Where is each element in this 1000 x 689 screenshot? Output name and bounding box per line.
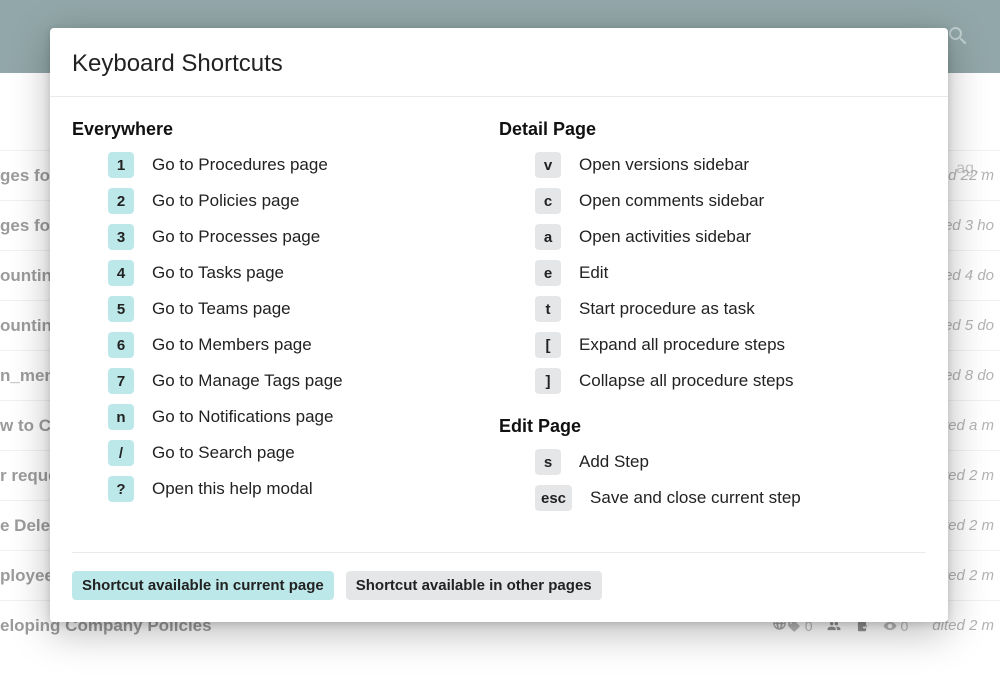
shortcut-description: Open activities sidebar	[579, 227, 751, 247]
shortcut-item: t Start procedure as task	[535, 294, 926, 324]
modal-legend: Shortcut available in current page Short…	[72, 552, 926, 622]
shortcut-description: Open this help modal	[152, 479, 313, 499]
shortcut-item: 2 Go to Policies page	[108, 186, 499, 216]
shortcut-list-detail: v Open versions sidebar c Open comments sid…	[499, 150, 926, 396]
shortcut-item: e Edit	[535, 258, 926, 288]
shortcut-key: esc	[535, 485, 572, 511]
shortcut-description: Expand all procedure steps	[579, 335, 785, 355]
shortcut-description: Go to Teams page	[152, 299, 291, 319]
shortcut-key: 4	[108, 260, 134, 286]
shortcut-key: n	[108, 404, 134, 430]
shortcut-key: c	[535, 188, 561, 214]
shortcut-key: t	[535, 296, 561, 322]
shortcut-item: c Open comments sidebar	[535, 186, 926, 216]
shortcut-key: v	[535, 152, 561, 178]
shortcut-key: [	[535, 332, 561, 358]
shortcut-list-everywhere: 1 Go to Procedures page 2 Go to Policies pa…	[72, 150, 499, 504]
shortcut-description: Collapse all procedure steps	[579, 371, 794, 391]
shortcut-key: ?	[108, 476, 134, 502]
shortcut-item: ] Collapse all procedure steps	[535, 366, 926, 396]
shortcut-list-edit: s Add Step esc Save and close current step	[499, 447, 926, 513]
shortcut-key: 5	[108, 296, 134, 322]
shortcut-item: 6 Go to Members page	[108, 330, 499, 360]
modal-body: Everywhere 1 Go to Procedures page 2 Go to …	[50, 97, 948, 546]
section-heading-detail: Detail Page	[499, 119, 926, 140]
shortcut-item: 4 Go to Tasks page	[108, 258, 499, 288]
shortcut-description: Open comments sidebar	[579, 191, 764, 211]
shortcut-item: n Go to Notifications page	[108, 402, 499, 432]
shortcut-description: Go to Members page	[152, 335, 312, 355]
shortcut-description: Go to Tasks page	[152, 263, 284, 283]
shortcut-key: 3	[108, 224, 134, 250]
shortcut-description: Save and close current step	[590, 488, 801, 508]
shortcut-item: v Open versions sidebar	[535, 150, 926, 180]
shortcut-item: 5 Go to Teams page	[108, 294, 499, 324]
shortcut-key: a	[535, 224, 561, 250]
shortcut-description: Go to Procedures page	[152, 155, 328, 175]
shortcut-item: ? Open this help modal	[108, 474, 499, 504]
shortcut-key: ]	[535, 368, 561, 394]
legend-inactive: Shortcut available in other pages	[346, 571, 602, 600]
shortcut-description: Start procedure as task	[579, 299, 755, 319]
shortcut-key: s	[535, 449, 561, 475]
shortcut-description: Go to Processes page	[152, 227, 320, 247]
shortcut-key: 6	[108, 332, 134, 358]
legend-active: Shortcut available in current page	[72, 571, 334, 600]
shortcut-description: Open versions sidebar	[579, 155, 749, 175]
shortcut-key: 7	[108, 368, 134, 394]
shortcuts-col-left: Everywhere 1 Go to Procedures page 2 Go to …	[72, 119, 499, 538]
modal-title: Keyboard Shortcuts	[50, 28, 948, 97]
shortcut-description: Go to Policies page	[152, 191, 299, 211]
shortcut-key: 1	[108, 152, 134, 178]
shortcut-description: Go to Manage Tags page	[152, 371, 343, 391]
section-heading-edit: Edit Page	[499, 416, 926, 437]
shortcut-item: 1 Go to Procedures page	[108, 150, 499, 180]
shortcut-item: [ Expand all procedure steps	[535, 330, 926, 360]
shortcut-key: /	[108, 440, 134, 466]
shortcut-description: Add Step	[579, 452, 649, 472]
shortcut-item: 3 Go to Processes page	[108, 222, 499, 252]
shortcut-key: e	[535, 260, 561, 286]
shortcut-description: Edit	[579, 263, 608, 283]
shortcut-item: a Open activities sidebar	[535, 222, 926, 252]
shortcut-description: Go to Notifications page	[152, 407, 333, 427]
shortcut-item: esc Save and close current step	[535, 483, 926, 513]
keyboard-shortcuts-modal: Keyboard Shortcuts Everywhere 1 Go to Pro…	[50, 28, 948, 622]
shortcut-item: 7 Go to Manage Tags page	[108, 366, 499, 396]
shortcut-key: 2	[108, 188, 134, 214]
shortcuts-col-right: Detail Page v Open versions sidebar c Open …	[499, 119, 926, 538]
section-heading-everywhere: Everywhere	[72, 119, 499, 140]
shortcut-description: Go to Search page	[152, 443, 295, 463]
shortcut-item: s Add Step	[535, 447, 926, 477]
shortcut-item: / Go to Search page	[108, 438, 499, 468]
